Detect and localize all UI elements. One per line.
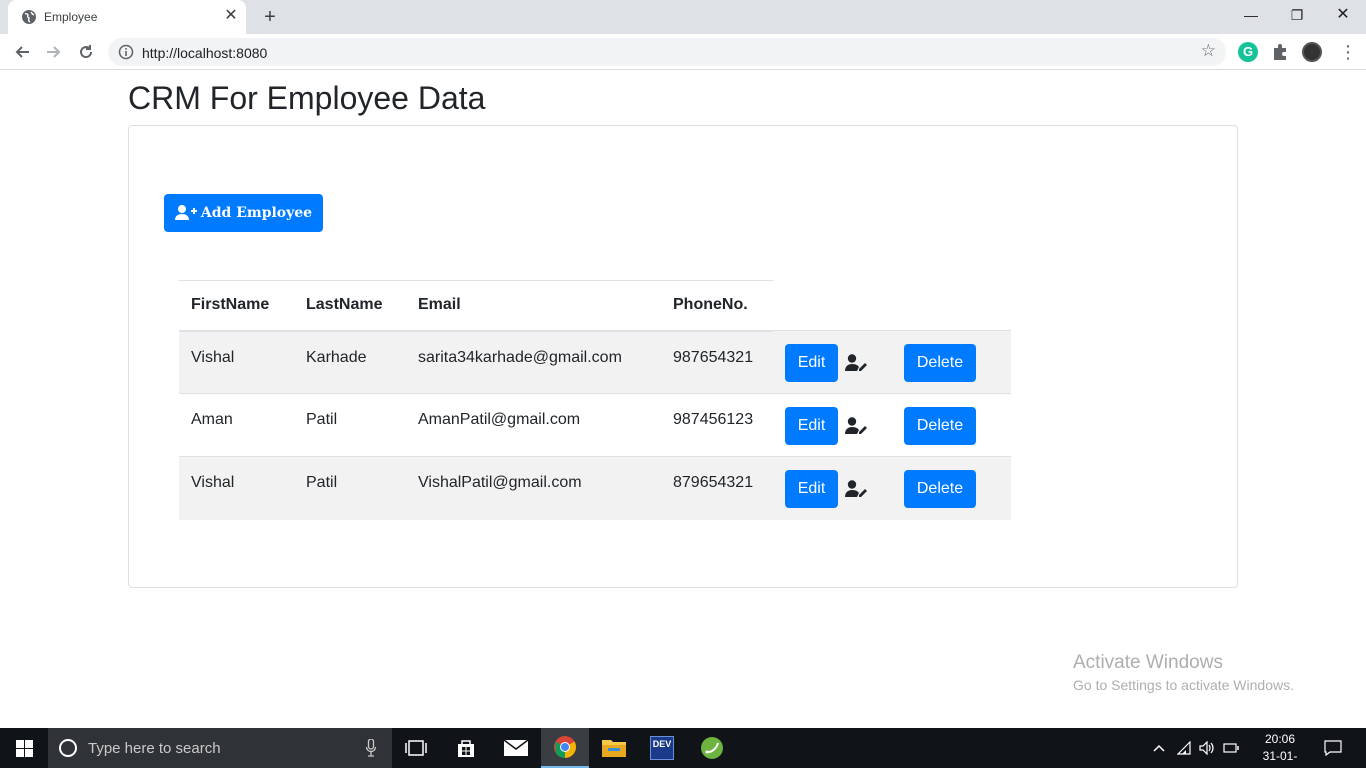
reload-icon[interactable] [73,39,99,65]
header-actions [773,281,1011,331]
network-icon[interactable] [1175,728,1195,768]
cell-lastname: Karhade [294,330,406,394]
store-icon[interactable] [442,728,490,768]
new-tab-icon[interactable]: + [258,5,282,29]
tab-close-icon[interactable]: ✕ [222,7,240,25]
profile-avatar[interactable] [1302,42,1322,62]
globe-icon [22,10,36,24]
windows-taskbar: Type here to search DEV 20:06 31-01-2021 [0,728,1366,780]
watermark-title: Activate Windows [1073,652,1223,673]
cell-firstname: Aman [179,393,294,457]
devcpp-label: DEV [650,736,674,760]
notifications-icon[interactable] [1320,728,1346,768]
cell-actions: Edit Delete [773,393,1011,457]
page-title: CRM For Employee Data [128,80,486,116]
windows-start-icon[interactable] [0,728,48,768]
cell-phone: 987456123 [661,393,773,457]
taskbar-clock[interactable]: 20:06 31-01-2021 [1252,731,1308,782]
cell-actions: Edit Delete [773,456,1011,520]
extensions-puzzle-icon[interactable] [1270,42,1290,62]
cell-phone: 879654321 [661,456,773,520]
edit-button[interactable]: Edit [785,470,838,508]
address-bar[interactable]: http://localhost:8080 ☆ [108,38,1226,66]
info-icon[interactable] [118,44,134,60]
tab-title: Employee [44,10,98,24]
file-explorer-icon[interactable] [590,728,638,768]
clock-time: 20:06 [1264,732,1296,746]
user-plus-icon [174,205,197,220]
cell-actions: Edit Delete [773,330,1011,394]
employee-table: FirstName LastName Email PhoneNo. Vishal… [179,280,1011,520]
cell-email: VishalPatil@gmail.com [406,456,661,520]
back-icon[interactable] [9,39,35,65]
volume-icon[interactable] [1197,728,1217,768]
browser-tab-strip: Employee ✕ + — ❐ ✕ [0,0,1366,34]
cell-email: AmanPatil@gmail.com [406,393,661,457]
cell-lastname: Patil [294,393,406,457]
url-text[interactable]: http://localhost:8080 [142,45,267,61]
bookmark-star-icon[interactable]: ☆ [1201,41,1216,61]
cell-firstname: Vishal [179,456,294,520]
header-firstname: FirstName [179,280,294,332]
chrome-taskbar-icon[interactable] [541,728,589,768]
header-lastname: LastName [294,280,406,332]
table-header-row: FirstName LastName Email PhoneNo. [179,280,1011,332]
table-row: Vishal Patil VishalPatil@gmail.com 87965… [179,456,1011,520]
grammarly-icon[interactable]: G [1238,42,1258,62]
user-edit-icon [845,354,867,371]
cell-lastname: Patil [294,456,406,520]
edit-button[interactable]: Edit [785,344,838,382]
add-employee-button[interactable]: Add Employee [164,194,323,232]
mail-icon[interactable] [492,728,540,768]
table-row: Aman Patil AmanPatil@gmail.com 987456123… [179,393,1011,457]
restore-icon[interactable]: ❐ [1274,0,1320,30]
search-placeholder: Type here to search [88,740,221,757]
browser-toolbar: http://localhost:8080 ☆ G ⋮ [0,34,1366,70]
delete-button[interactable]: Delete [904,470,976,508]
table-row: Vishal Karhade sarita34karhade@gmail.com… [179,330,1011,394]
forward-icon[interactable] [41,39,67,65]
cell-phone: 987654321 [661,330,773,394]
taskbar-search-box[interactable]: Type here to search [48,728,392,768]
browser-tab[interactable]: Employee ✕ [8,0,246,34]
devcpp-icon[interactable]: DEV [638,728,686,768]
close-window-icon[interactable]: ✕ [1320,0,1366,30]
activate-windows-watermark: Activate Windows Go to Settings to activ… [1073,652,1294,693]
watermark-subtitle: Go to Settings to activate Windows. [1073,677,1294,693]
cell-firstname: Vishal [179,330,294,394]
spring-tool-suite-icon[interactable] [688,728,736,768]
input-language-icon[interactable] [1221,728,1243,768]
header-email: Email [406,280,661,332]
edit-button[interactable]: Edit [785,407,838,445]
cell-email: sarita34karhade@gmail.com [406,330,661,394]
add-employee-label: Add Employee [200,205,313,221]
show-hidden-icons-chevron-icon[interactable] [1150,728,1168,768]
browser-menu-icon[interactable]: ⋮ [1338,42,1358,62]
cortana-circle-icon [59,739,77,757]
header-phone: PhoneNo. [661,280,773,332]
clock-date: 31-01-2021 [1262,749,1298,780]
delete-button[interactable]: Delete [904,407,976,445]
delete-button[interactable]: Delete [904,344,976,382]
task-view-icon[interactable] [392,728,440,768]
user-edit-icon [845,480,867,497]
microphone-icon[interactable] [366,739,376,757]
user-edit-icon [845,417,867,434]
minimize-icon[interactable]: — [1228,0,1274,30]
